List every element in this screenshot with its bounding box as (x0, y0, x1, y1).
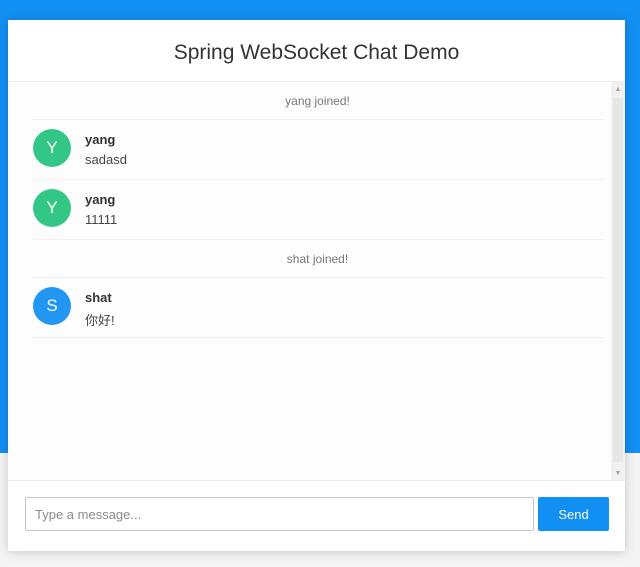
message-sender: yang (85, 132, 116, 147)
event-message: shat joined! (32, 240, 603, 278)
event-text: shat joined! (286, 251, 349, 266)
scroll-down-arrow-icon[interactable]: ▼ (611, 466, 625, 480)
message-content: sadasd (85, 152, 127, 167)
send-button[interactable]: Send (538, 497, 609, 531)
avatar: Y (33, 129, 71, 167)
message-content: 你好! (85, 313, 115, 328)
message-sender: yang (85, 192, 116, 207)
message-list: yang joined! Y yang sadasd Y yang 11111 … (8, 82, 625, 338)
avatar: Y (33, 189, 71, 227)
avatar-initial: Y (46, 198, 58, 217)
message-input[interactable] (25, 497, 534, 531)
avatar-initial: Y (46, 138, 58, 157)
event-message: yang joined! (32, 82, 603, 120)
message-area[interactable]: yang joined! Y yang sadasd Y yang 11111 … (8, 82, 625, 480)
page-title: Spring WebSocket Chat Demo (173, 40, 460, 64)
scroll-up-arrow-icon[interactable]: ▲ (611, 82, 625, 96)
chat-message: Y yang 11111 (32, 180, 603, 240)
chat-container: Spring WebSocket Chat Demo yang joined! … (8, 20, 625, 551)
avatar: S (33, 287, 71, 325)
chat-message: S shat 你好! (32, 278, 603, 338)
chat-header: Spring WebSocket Chat Demo (8, 20, 625, 82)
vertical-scrollbar[interactable]: ▲ ▼ (611, 82, 625, 480)
avatar-initial: S (46, 296, 58, 315)
message-content: 11111 (85, 212, 118, 227)
message-form: Send (8, 480, 625, 551)
chat-message: Y yang sadasd (32, 120, 603, 180)
scrollbar-thumb[interactable] (613, 98, 623, 462)
event-text: yang joined! (285, 93, 350, 108)
message-sender: shat (85, 290, 112, 305)
